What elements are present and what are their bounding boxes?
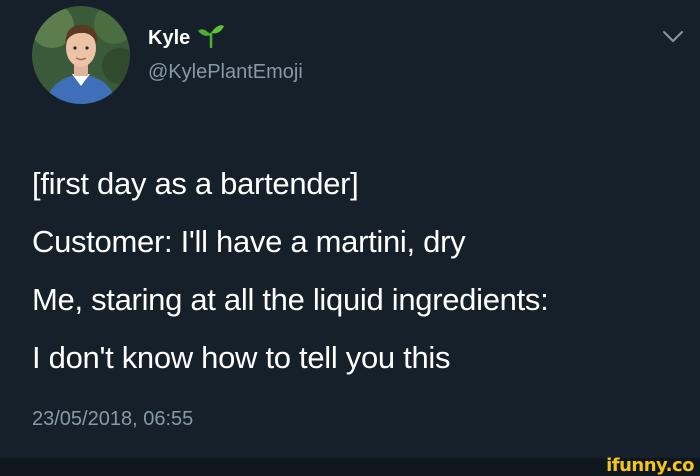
ifunny-watermark: ifunny.co	[606, 455, 694, 476]
tweet-text-line: [first day as a bartender]	[32, 166, 359, 201]
tweet-text-line: I don't know how to tell you this	[32, 340, 451, 375]
tweet-text-line: Customer: I'll have a martini, dry	[32, 224, 466, 259]
author-display-name: Kyle	[148, 27, 191, 49]
tweet-text: [first day as a bartender] Customer: I'l…	[32, 155, 692, 387]
avatar-image	[32, 6, 130, 104]
tweet-timestamp[interactable]: 23/05/2018, 06:55	[32, 407, 193, 431]
author-name[interactable]: Kyle	[148, 22, 226, 54]
avatar[interactable]	[32, 6, 130, 104]
author-handle[interactable]: @KylePlantEmoji	[148, 60, 303, 84]
tweet-card: Kyle @KylePlantEmoji [first day as a bar…	[0, 0, 700, 458]
chevron-down-icon[interactable]	[662, 30, 684, 44]
seedling-icon	[196, 22, 226, 54]
tweet-text-line: Me, staring at all the liquid ingredient…	[32, 282, 549, 317]
watermark-bar	[0, 458, 700, 476]
